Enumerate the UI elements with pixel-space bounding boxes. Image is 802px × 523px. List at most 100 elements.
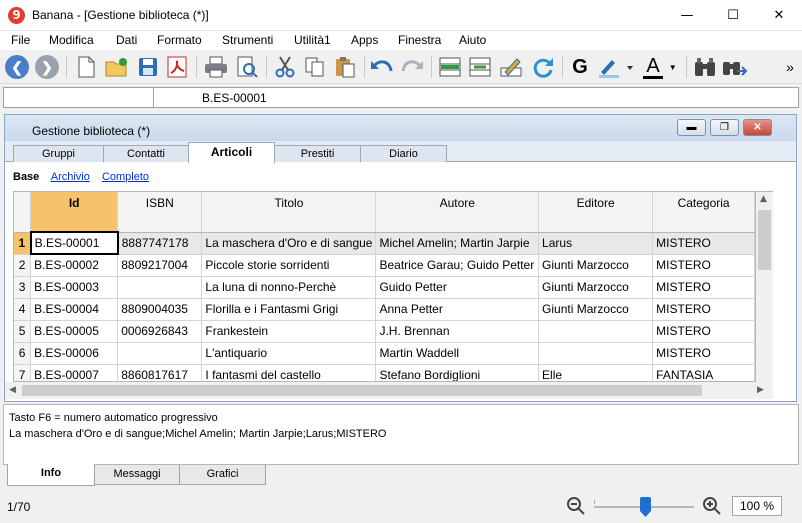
table-row[interactable]: 4 B.ES-00004 8809004035 Florilla e i Fan…: [14, 298, 755, 321]
menu-apps[interactable]: Apps: [351, 33, 378, 47]
recalculate-button[interactable]: [530, 54, 556, 80]
table-cell[interactable]: 0006926843: [117, 320, 203, 343]
table-cell[interactable]: [538, 342, 654, 365]
scroll-left-icon[interactable]: ◀: [9, 385, 16, 395]
zoom-slider-handle[interactable]: [640, 497, 651, 517]
column-header-categoria[interactable]: Categoria: [652, 192, 755, 233]
table-cell[interactable]: B.ES-00007: [30, 364, 119, 381]
open-file-button[interactable]: [104, 54, 130, 80]
table-cell[interactable]: B.ES-00003: [30, 276, 119, 299]
document-close-button[interactable]: ✕: [743, 119, 772, 136]
table-cell[interactable]: 8887747178: [117, 232, 203, 255]
row-number[interactable]: 5: [14, 320, 32, 343]
vertical-scrollbar[interactable]: ▲: [756, 191, 773, 382]
tab-info[interactable]: Info: [7, 464, 95, 486]
table-cell[interactable]: Martin Waddell: [375, 342, 540, 365]
table-cell[interactable]: B.ES-00002: [30, 254, 119, 277]
menu-aiuto[interactable]: Aiuto: [459, 33, 486, 47]
table-cell[interactable]: Giunti Marzocco: [538, 254, 654, 277]
table-cell[interactable]: L'antiquario: [201, 342, 377, 365]
table-row[interactable]: 3 B.ES-00003 La luna di nonno-Perchè Gui…: [14, 276, 755, 299]
table-cell[interactable]: MISTERO: [652, 276, 755, 299]
row-number[interactable]: 4: [14, 298, 32, 321]
table-cell[interactable]: La maschera d'Oro e di sangue: [201, 232, 377, 255]
add-rows-button[interactable]: [437, 54, 463, 80]
tab-gruppi[interactable]: Gruppi: [13, 145, 104, 162]
table-cell[interactable]: Larus: [538, 232, 654, 255]
table-cell[interactable]: Piccole storie sorridenti: [201, 254, 377, 277]
table-cell[interactable]: 8809004035: [117, 298, 203, 321]
table-cell[interactable]: J.H. Brennan: [375, 320, 540, 343]
back-button[interactable]: ❮: [4, 54, 30, 80]
print-button[interactable]: [203, 54, 229, 80]
table-row[interactable]: 6 B.ES-00006 L'antiquario Martin Waddell…: [14, 342, 755, 365]
table-cell[interactable]: [117, 276, 203, 299]
cell-address-field[interactable]: [4, 88, 154, 107]
view-base[interactable]: Base: [13, 171, 39, 183]
table-cell[interactable]: 8860817617: [117, 364, 203, 381]
table-row[interactable]: 7 B.ES-00007 8860817617 I fantasmi del c…: [14, 364, 755, 381]
document-restore-button[interactable]: ❐: [710, 119, 739, 136]
table-cell[interactable]: Beatrice Garau; Guido Petter: [375, 254, 540, 277]
close-button[interactable]: ✕: [756, 0, 802, 31]
tab-grafici[interactable]: Grafici: [179, 465, 266, 485]
toolbar-overflow-button[interactable]: »: [782, 54, 798, 80]
maximize-button[interactable]: ☐: [710, 0, 756, 31]
menu-formato[interactable]: Formato: [157, 33, 202, 47]
scroll-up-icon[interactable]: ▲: [760, 194, 767, 204]
menu-finestra[interactable]: Finestra: [398, 33, 441, 47]
table-row[interactable]: 2 B.ES-00002 8809217004 Piccole storie s…: [14, 254, 755, 277]
tab-diario[interactable]: Diario: [360, 145, 447, 162]
view-completo[interactable]: Completo: [102, 171, 149, 183]
bold-button[interactable]: G: [567, 54, 593, 80]
new-file-button[interactable]: [73, 54, 99, 80]
row-number[interactable]: 7: [14, 364, 32, 381]
cut-button[interactable]: [272, 54, 298, 80]
table-cell[interactable]: Elle: [538, 364, 654, 381]
text-color-button[interactable]: A ▼: [640, 54, 680, 80]
table-cell[interactable]: MISTERO: [652, 298, 755, 321]
column-header-autore[interactable]: Autore: [375, 192, 540, 233]
row-number[interactable]: 1: [14, 232, 32, 255]
table-cell[interactable]: Frankestein: [201, 320, 377, 343]
scroll-right-icon[interactable]: ▶: [757, 385, 764, 395]
pdf-button[interactable]: [164, 54, 190, 80]
minimize-button[interactable]: —: [664, 0, 710, 31]
table-cell[interactable]: B.ES-00004: [30, 298, 119, 321]
table-cell[interactable]: MISTERO: [652, 320, 755, 343]
table-cell[interactable]: [117, 342, 203, 365]
table-cell[interactable]: Anna Petter: [375, 298, 540, 321]
zoom-in-icon[interactable]: [702, 496, 722, 516]
menu-strumenti[interactable]: Strumenti: [222, 33, 273, 47]
menu-utilita1[interactable]: Utilità1: [294, 33, 331, 47]
view-archivio[interactable]: Archivio: [51, 171, 90, 183]
table-cell[interactable]: Giunti Marzocco: [538, 276, 654, 299]
tab-contatti[interactable]: Contatti: [103, 145, 189, 162]
table-cell[interactable]: Guido Petter: [375, 276, 540, 299]
menu-file[interactable]: File: [11, 33, 30, 47]
menu-modifica[interactable]: Modifica: [49, 33, 94, 47]
data-grid[interactable]: Id ISBN Titolo Autore Editore Categoria …: [13, 191, 756, 382]
forward-button[interactable]: ❯: [34, 54, 60, 80]
table-cell[interactable]: [538, 320, 654, 343]
tab-prestiti[interactable]: Prestiti: [274, 145, 361, 162]
table-cell[interactable]: B.ES-00005: [30, 320, 119, 343]
redo-button[interactable]: [399, 54, 425, 80]
tab-messaggi[interactable]: Messaggi: [94, 465, 180, 485]
table-cell[interactable]: MISTERO: [652, 254, 755, 277]
table-cell[interactable]: MISTERO: [652, 342, 755, 365]
table-cell[interactable]: B.ES-00001: [29, 231, 119, 255]
row-number[interactable]: 2: [14, 254, 32, 277]
table-cell[interactable]: Giunti Marzocco: [538, 298, 654, 321]
column-header-id[interactable]: Id: [30, 192, 119, 233]
table-cell[interactable]: La luna di nonno-Perchè: [201, 276, 377, 299]
zoom-out-icon[interactable]: [566, 496, 586, 516]
table-cell[interactable]: Stefano Bordiglioni: [375, 364, 540, 381]
tab-articoli[interactable]: Articoli: [188, 142, 275, 163]
delete-rows-button[interactable]: [467, 54, 493, 80]
table-row[interactable]: 1 B.ES-00001 8887747178 La maschera d'Or…: [14, 231, 755, 255]
undo-button[interactable]: [369, 54, 395, 80]
highlight-color-button[interactable]: [597, 54, 635, 80]
table-cell[interactable]: B.ES-00006: [30, 342, 119, 365]
horizontal-scroll-thumb[interactable]: [22, 385, 702, 396]
